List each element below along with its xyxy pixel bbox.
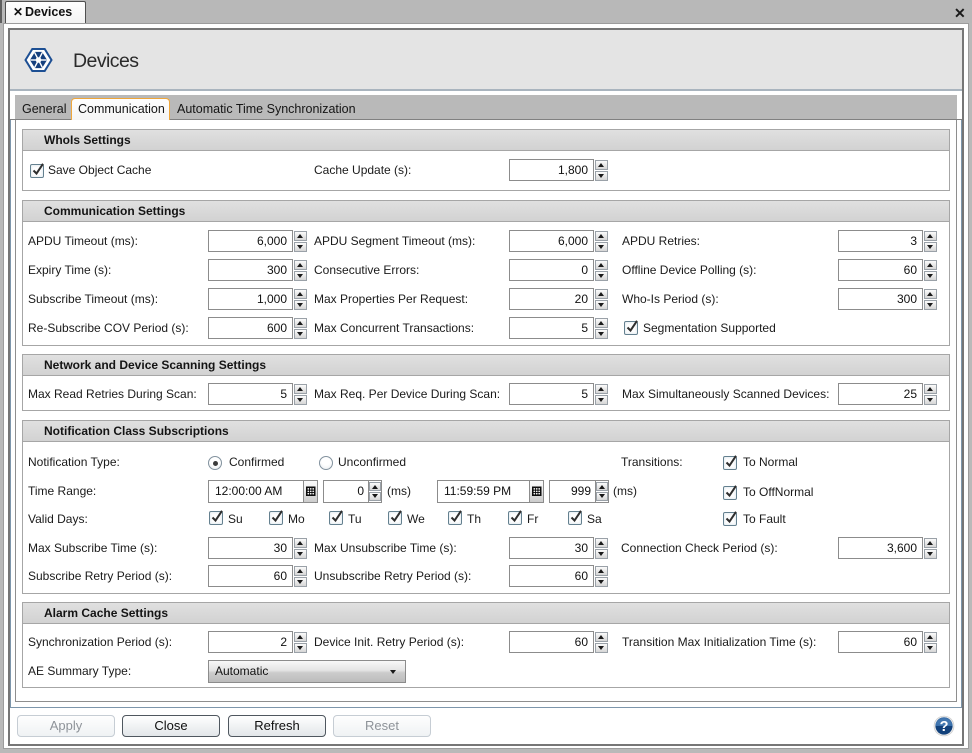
svg-text:?: ? [940,719,949,735]
